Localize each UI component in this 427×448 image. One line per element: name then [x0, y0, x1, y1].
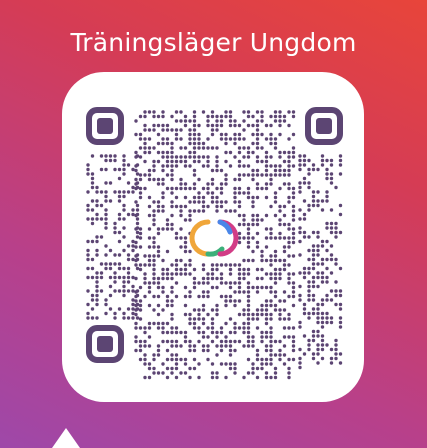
- qr-finder-bottom-left: [86, 325, 124, 363]
- qr-center-logo: [189, 218, 239, 258]
- card-title: Träningsläger Ungdom: [70, 28, 357, 57]
- share-pointer-icon: [52, 428, 80, 448]
- qr-card: Träningsläger Ungdom: [0, 0, 427, 448]
- qr-code-frame[interactable]: [62, 72, 364, 402]
- qr-code-icon: [86, 107, 343, 380]
- qr-finder-top-left: [86, 107, 124, 145]
- qr-finder-top-right: [305, 107, 343, 145]
